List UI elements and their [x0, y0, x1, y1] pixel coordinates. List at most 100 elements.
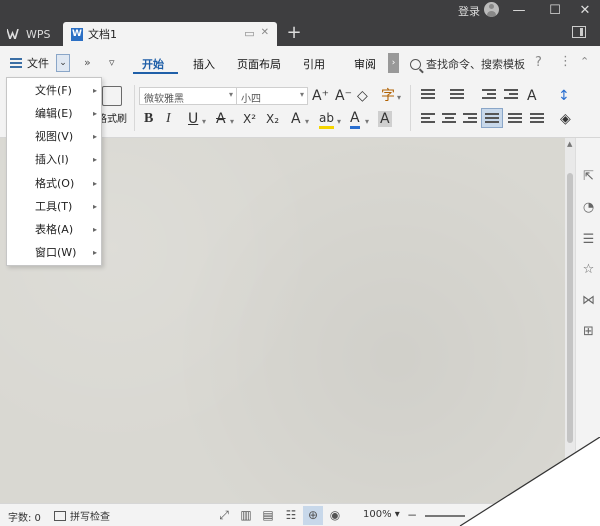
- new-tab-button[interactable]: +: [283, 24, 305, 44]
- align-left-icon[interactable]: [421, 113, 435, 125]
- command-search[interactable]: 查找命令、搜索模板: [410, 56, 525, 72]
- decrease-indent-icon[interactable]: [482, 89, 496, 101]
- word-count[interactable]: 字数: 0: [8, 509, 41, 524]
- spell-check-icon: [54, 510, 66, 521]
- numbered-list-icon[interactable]: [450, 89, 464, 101]
- bold-button[interactable]: B: [144, 111, 153, 127]
- scrollbar-thumb[interactable]: [567, 173, 573, 443]
- outline-view-icon[interactable]: ☷: [283, 507, 299, 523]
- change-case-icon[interactable]: A: [527, 88, 537, 104]
- italic-button[interactable]: I: [166, 111, 171, 127]
- chevron-down-icon[interactable]: ▾: [365, 114, 369, 130]
- tab-home[interactable]: 开始: [142, 56, 164, 72]
- apps-grid-icon[interactable]: ⊞: [581, 324, 596, 339]
- font-color-button[interactable]: A: [350, 110, 360, 129]
- settings-sliders-icon[interactable]: ☰: [581, 232, 596, 247]
- increase-indent-icon[interactable]: [504, 89, 518, 101]
- sort-icon[interactable]: ↕: [558, 88, 570, 104]
- screen-icon[interactable]: ▭: [244, 27, 254, 40]
- login-link[interactable]: 登录: [458, 3, 480, 19]
- file-menu-dropdown-button[interactable]: ⌄: [56, 54, 70, 72]
- close-button[interactable]: ✕: [573, 1, 597, 21]
- menu-item-insert[interactable]: 插入(I) ▸: [7, 148, 103, 171]
- increase-font-button[interactable]: A⁺: [312, 88, 329, 104]
- subscript-button[interactable]: X₂: [266, 111, 279, 127]
- menu-item-label: 窗口(W): [35, 246, 77, 259]
- web-view-icon[interactable]: ⊕: [305, 507, 321, 523]
- tab-review[interactable]: 审阅: [354, 56, 376, 72]
- highlight-button[interactable]: ab: [319, 110, 334, 129]
- quick-access-dropdown-icon[interactable]: ▿: [109, 56, 115, 69]
- zoom-level[interactable]: 100% ▾: [363, 509, 400, 520]
- doc-tab-label: 文档1: [88, 28, 117, 41]
- more-options-icon[interactable]: ⋮: [559, 54, 572, 69]
- phonetic-guide-button[interactable]: 字: [381, 88, 395, 104]
- menu-item-format[interactable]: 格式(O) ▸: [7, 172, 103, 195]
- sidepanel-toggle-icon[interactable]: [572, 26, 586, 38]
- superscript-button[interactable]: X²: [243, 111, 256, 127]
- read-mode-icon[interactable]: ▥: [238, 507, 254, 523]
- font-size-value: 小四: [241, 94, 261, 105]
- share-icon[interactable]: ⋈: [581, 293, 596, 308]
- bullet-list-icon[interactable]: [421, 89, 435, 101]
- page-view-icon[interactable]: ▤: [260, 507, 276, 523]
- clear-format-button[interactable]: ◇: [357, 88, 368, 104]
- shading-icon[interactable]: ◈: [560, 111, 571, 127]
- distributed-align-icon[interactable]: [508, 113, 522, 125]
- font-size-select[interactable]: 小四 ▾: [236, 87, 308, 105]
- menu-item-label: 文件(F): [35, 84, 72, 97]
- collapse-ribbon-icon[interactable]: ⌃: [580, 55, 589, 68]
- eye-protection-icon[interactable]: ◉: [327, 507, 343, 523]
- doc-tab[interactable]: W 文档1 ▭ ✕: [63, 22, 277, 46]
- align-center-icon[interactable]: [442, 113, 456, 125]
- chevron-down-icon: ▾: [394, 509, 400, 520]
- chevron-down-icon[interactable]: ▾: [397, 90, 401, 106]
- chevron-down-icon[interactable]: ▾: [230, 114, 234, 130]
- line-spacing-icon[interactable]: [530, 113, 544, 125]
- strikethrough-button[interactable]: A: [216, 111, 226, 127]
- tab-references[interactable]: 引用: [303, 56, 325, 72]
- text-effect-button[interactable]: A: [291, 111, 301, 127]
- close-tab-icon[interactable]: ✕: [261, 27, 269, 40]
- align-right-icon[interactable]: [463, 113, 477, 125]
- menu-item-file[interactable]: 文件(F) ▸: [7, 79, 103, 102]
- menu-item-edit[interactable]: 编辑(E) ▸: [7, 102, 103, 125]
- select-cursor-icon[interactable]: ⇱: [581, 169, 596, 184]
- active-tab-indicator: [133, 72, 178, 74]
- decrease-font-button[interactable]: A⁻: [335, 88, 352, 104]
- zoom-value: 100%: [363, 509, 392, 520]
- char-shading-button[interactable]: A: [378, 111, 392, 127]
- more-tabs-button[interactable]: ›: [388, 53, 399, 73]
- tab-insert[interactable]: 插入: [193, 56, 215, 72]
- format-painter-icon: [102, 86, 122, 106]
- tab-page-layout[interactable]: 页面布局: [237, 56, 281, 72]
- underline-button[interactable]: U: [188, 111, 198, 127]
- menu-item-tools[interactable]: 工具(T) ▸: [7, 195, 103, 218]
- scroll-up-icon[interactable]: ▲: [567, 140, 572, 148]
- chevron-down-icon[interactable]: ▾: [305, 114, 309, 130]
- menu-item-label: 表格(A): [35, 223, 74, 236]
- submenu-arrow-icon: ▸: [92, 225, 97, 234]
- maximize-button[interactable]: ☐: [543, 1, 567, 21]
- overflow-icon[interactable]: »: [84, 56, 91, 69]
- chevron-down-icon[interactable]: ▾: [202, 114, 206, 130]
- spell-check-button[interactable]: 拼写检查: [54, 508, 110, 523]
- avatar-icon[interactable]: [484, 2, 499, 17]
- shapes-icon[interactable]: ◔: [581, 200, 596, 215]
- menu-item-table[interactable]: 表格(A) ▸: [7, 218, 103, 241]
- font-name-select[interactable]: 微软雅黑 ▾: [139, 87, 237, 105]
- zoom-out-icon[interactable]: −: [404, 507, 420, 523]
- hamburger-icon: [10, 58, 22, 68]
- file-menu-button[interactable]: 文件: [10, 55, 49, 71]
- menu-item-view[interactable]: 视图(V) ▸: [7, 125, 103, 148]
- justify-icon[interactable]: [485, 113, 499, 125]
- chevron-down-icon[interactable]: ▾: [337, 114, 341, 130]
- submenu-arrow-icon: ▸: [92, 202, 97, 211]
- fullscreen-icon[interactable]: ⤢: [216, 507, 232, 523]
- minimize-button[interactable]: —: [507, 1, 531, 21]
- wps-home-tab[interactable]: WPS: [0, 22, 60, 46]
- star-icon[interactable]: ☆: [581, 262, 596, 277]
- file-menu-label: 文件: [27, 57, 49, 70]
- menu-item-window[interactable]: 窗口(W) ▸: [7, 241, 103, 264]
- help-icon[interactable]: ?: [535, 55, 542, 70]
